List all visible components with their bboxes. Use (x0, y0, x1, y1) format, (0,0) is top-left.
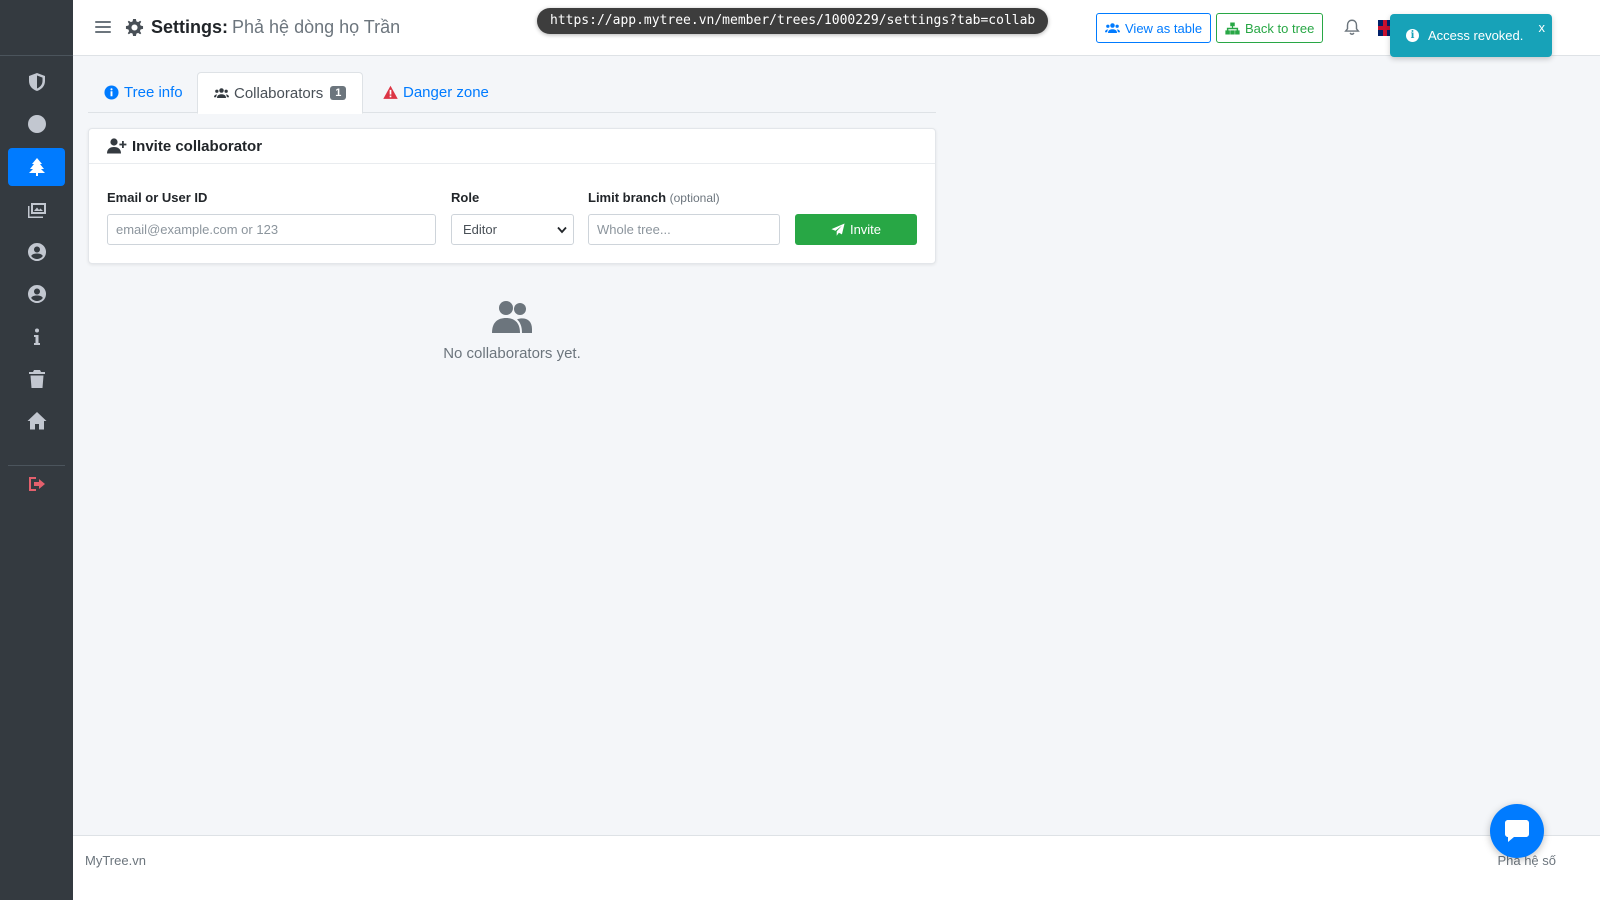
sidebar-item-circle[interactable] (8, 105, 65, 143)
chat-bubble-icon (1505, 820, 1529, 842)
notifications-bell-icon[interactable] (1343, 18, 1361, 36)
menu-toggle-icon[interactable] (95, 18, 111, 38)
view-as-table-label: View as table (1125, 20, 1203, 36)
branch-input[interactable] (588, 214, 780, 245)
empty-state: No collaborators yet. (88, 300, 936, 362)
tab-collaborators[interactable]: Collaborators 1 (197, 72, 364, 114)
branch-label: Limit branch (optional) (588, 190, 720, 205)
user-plus-icon (107, 138, 127, 154)
sidebar-item-media[interactable] (8, 190, 65, 228)
users-icon (1105, 22, 1120, 33)
circle-icon (27, 115, 46, 133)
warning-triangle-icon (383, 85, 398, 99)
info-icon (33, 328, 40, 345)
info-circle-icon: i (1406, 29, 1419, 42)
page-title: Settings: Phả hệ dòng họ Trần (125, 17, 400, 38)
email-input[interactable] (107, 214, 436, 245)
users-icon (214, 87, 229, 98)
back-to-tree-button[interactable]: Back to tree (1216, 13, 1324, 43)
footer: MyTree.vn Phả hệ số (73, 835, 1600, 900)
sidebar (0, 0, 73, 900)
sidebar-item-profile[interactable] (8, 233, 65, 271)
branch-optional-text: (optional) (669, 191, 720, 205)
sitemap-icon (1225, 22, 1240, 34)
sidebar-brand (0, 0, 73, 56)
tab-tree-info-label: Tree info (124, 84, 183, 101)
email-label: Email or User ID (107, 190, 208, 205)
settings-label: Settings: (151, 17, 229, 37)
trash-icon (28, 370, 45, 388)
sidebar-item-account[interactable] (8, 275, 65, 313)
invite-card-header: Invite collaborator (89, 129, 935, 164)
chevron-down-icon (557, 226, 567, 234)
tree-icon (28, 158, 45, 176)
tab-collaborators-label: Collaborators (234, 84, 324, 102)
invite-card-title: Invite collaborator (132, 137, 263, 155)
chat-button[interactable] (1490, 804, 1544, 858)
empty-state-message: No collaborators yet. (443, 345, 581, 362)
sidebar-item-logout[interactable] (8, 465, 65, 503)
gear-icon (125, 18, 144, 37)
info-circle-icon (104, 85, 119, 100)
role-select[interactable]: Editor (451, 214, 574, 245)
sidebar-item-info[interactable] (8, 318, 65, 356)
invite-collaborator-card: Invite collaborator Email or User ID Rol… (88, 128, 936, 264)
sidebar-item-home[interactable] (8, 402, 65, 440)
images-icon (27, 203, 46, 218)
toast-message: Access revoked. (1428, 28, 1524, 43)
user-circle-icon (27, 285, 46, 303)
home-icon (27, 412, 46, 430)
logout-icon (28, 477, 45, 491)
tab-danger-zone[interactable]: Danger zone (367, 72, 505, 113)
toast-close-button[interactable]: x (1539, 20, 1546, 35)
tab-danger-zone-label: Danger zone (403, 84, 489, 101)
sidebar-item-security[interactable] (8, 63, 65, 101)
tab-tree-info[interactable]: Tree info (88, 72, 199, 113)
settings-tabs: Tree info Collaborators 1 Danger zone (88, 72, 936, 114)
invite-button-label: Invite (849, 222, 882, 237)
user-circle-icon (27, 243, 46, 261)
paper-plane-icon (831, 222, 845, 236)
url-display: https://app.mytree.vn/member/trees/10002… (537, 8, 1049, 34)
toast-notification: i Access revoked. x (1390, 14, 1552, 57)
view-as-table-button[interactable]: View as table (1096, 13, 1212, 43)
sidebar-item-trash[interactable] (8, 360, 65, 398)
footer-brand: MyTree.vn (85, 853, 146, 868)
users-icon (492, 301, 532, 333)
sidebar-item-trees[interactable] (8, 148, 65, 186)
tree-name: Phả hệ dòng họ Trần (232, 17, 401, 37)
role-label: Role (451, 190, 480, 205)
invite-button[interactable]: Invite (795, 214, 917, 245)
branch-label-text: Limit branch (588, 190, 667, 205)
role-select-value: Editor (463, 222, 497, 237)
shield-icon (28, 73, 45, 91)
back-to-tree-label: Back to tree (1245, 20, 1315, 36)
collaborators-count-badge: 1 (330, 86, 347, 100)
